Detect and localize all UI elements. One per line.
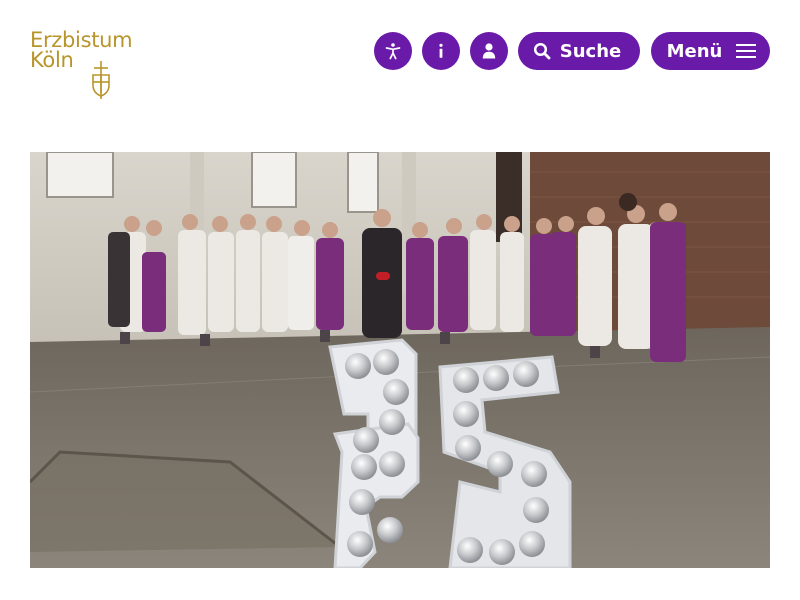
hamburger-icon	[736, 44, 757, 58]
menu-label: Menü	[666, 40, 723, 62]
cross-emblem-icon	[92, 61, 110, 99]
accessibility-icon	[385, 43, 401, 60]
info-icon	[439, 43, 443, 58]
user-button[interactable]	[470, 32, 508, 70]
hero-photo	[30, 152, 770, 568]
hero-image	[30, 152, 770, 568]
menu-button[interactable]: Menü	[651, 32, 770, 70]
logo-text-line2: Köln	[30, 48, 74, 72]
user-icon	[482, 43, 496, 59]
search-button[interactable]: Suche	[518, 32, 640, 70]
site-logo[interactable]: Erzbistum Köln	[30, 30, 150, 102]
search-icon	[533, 42, 551, 60]
accessibility-button[interactable]	[374, 32, 412, 70]
search-label: Suche	[559, 40, 622, 62]
info-button[interactable]	[422, 32, 460, 70]
